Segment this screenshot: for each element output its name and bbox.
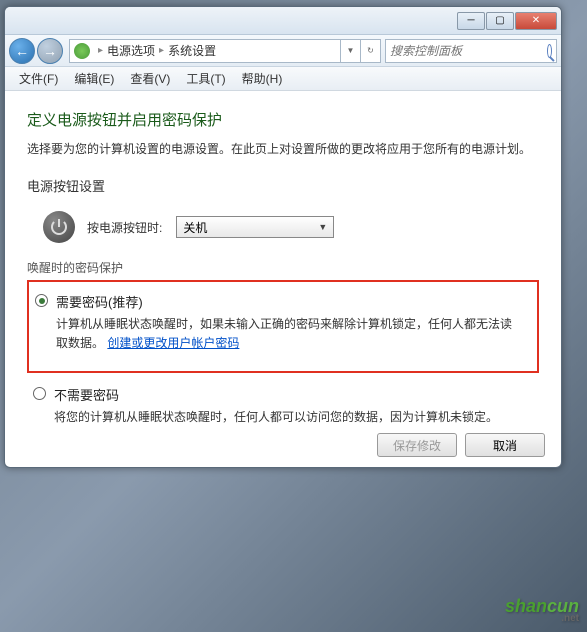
dropdown-value: 关机 (183, 219, 207, 236)
menu-view[interactable]: 查看(V) (122, 68, 178, 89)
menu-edit[interactable]: 编辑(E) (66, 68, 122, 89)
forward-button[interactable]: → (37, 38, 63, 64)
cancel-button[interactable]: 取消 (465, 433, 545, 457)
power-button-row: 按电源按钮时: 关机 ▼ (27, 207, 539, 259)
chevron-icon: ▸ (159, 45, 164, 56)
search-box[interactable] (385, 39, 557, 63)
menubar: 文件(F) 编辑(E) 查看(V) 工具(T) 帮助(H) (5, 67, 561, 91)
radio-label: 需要密码(推荐) (56, 292, 523, 311)
radio-content: 不需要密码 将您的计算机从睡眠状态唤醒时，任何人都可以访问您的数据，因为计算机未… (54, 385, 539, 427)
radio-require-password[interactable]: 需要密码(推荐) 计算机从睡眠状态唤醒时，如果未输入正确的密码来解除计算机锁定，… (35, 292, 523, 353)
chevron-icon: ▸ (98, 45, 103, 56)
chevron-down-icon: ▼ (318, 222, 327, 232)
titlebar: ─ ▢ ✕ (5, 7, 561, 35)
page-title: 定义电源按钮并启用密码保护 (27, 109, 539, 130)
radio-input[interactable] (33, 387, 46, 400)
breadcrumb[interactable]: ▸ 电源选项 ▸ 系统设置 (69, 39, 341, 63)
breadcrumb-dropdown[interactable]: ▼ (341, 39, 361, 63)
section-power-button: 电源按钮设置 (27, 176, 539, 195)
menu-help[interactable]: 帮助(H) (234, 68, 291, 89)
power-icon (43, 211, 75, 243)
watermark: shancun .net (505, 596, 579, 624)
menu-file[interactable]: 文件(F) (11, 68, 66, 89)
power-button-label: 按电源按钮时: (87, 219, 162, 236)
radio-input[interactable] (35, 294, 48, 307)
control-panel-icon (74, 43, 90, 59)
control-panel-window: ─ ▢ ✕ ← → ▸ 电源选项 ▸ 系统设置 ▼ ↻ 文件(F) 编辑(E) … (4, 6, 562, 468)
close-button[interactable]: ✕ (515, 12, 557, 30)
refresh-button[interactable]: ↻ (361, 39, 381, 63)
radio-description: 计算机从睡眠状态唤醒时，如果未输入正确的密码来解除计算机锁定，任何人都无法读取数… (56, 315, 523, 353)
save-button[interactable]: 保存修改 (377, 433, 457, 457)
radio-description: 将您的计算机从睡眠状态唤醒时，任何人都可以访问您的数据，因为计算机未锁定。 (54, 408, 539, 427)
menu-tools[interactable]: 工具(T) (178, 68, 233, 89)
footer-buttons: 保存修改 取消 (377, 433, 545, 457)
nav-arrows: ← → (9, 38, 63, 64)
radio-label: 不需要密码 (54, 385, 539, 404)
radio-no-password[interactable]: 不需要密码 将您的计算机从睡眠状态唤醒时，任何人都可以访问您的数据，因为计算机未… (27, 385, 539, 427)
content-area: 定义电源按钮并启用密码保护 选择要为您的计算机设置的电源设置。在此页上对设置所做… (5, 91, 561, 431)
search-input[interactable] (390, 44, 547, 58)
highlight-box: 需要密码(推荐) 计算机从睡眠状态唤醒时，如果未输入正确的密码来解除计算机锁定，… (27, 280, 539, 373)
search-icon (547, 44, 552, 58)
minimize-button[interactable]: ─ (457, 12, 485, 30)
radio-content: 需要密码(推荐) 计算机从睡眠状态唤醒时，如果未输入正确的密码来解除计算机锁定，… (56, 292, 523, 353)
page-description: 选择要为您的计算机设置的电源设置。在此页上对设置所做的更改将应用于您所有的电源计… (27, 140, 539, 158)
maximize-button[interactable]: ▢ (486, 12, 514, 30)
back-button[interactable]: ← (9, 38, 35, 64)
power-action-dropdown[interactable]: 关机 ▼ (176, 216, 334, 238)
breadcrumb-item[interactable]: 电源选项 (107, 42, 155, 59)
breadcrumb-item[interactable]: 系统设置 (168, 42, 216, 59)
section-wake-password: 唤醒时的密码保护 (27, 259, 539, 276)
create-password-link[interactable]: 创建或更改用户帐户密码 (107, 336, 239, 350)
navbar: ← → ▸ 电源选项 ▸ 系统设置 ▼ ↻ (5, 35, 561, 67)
